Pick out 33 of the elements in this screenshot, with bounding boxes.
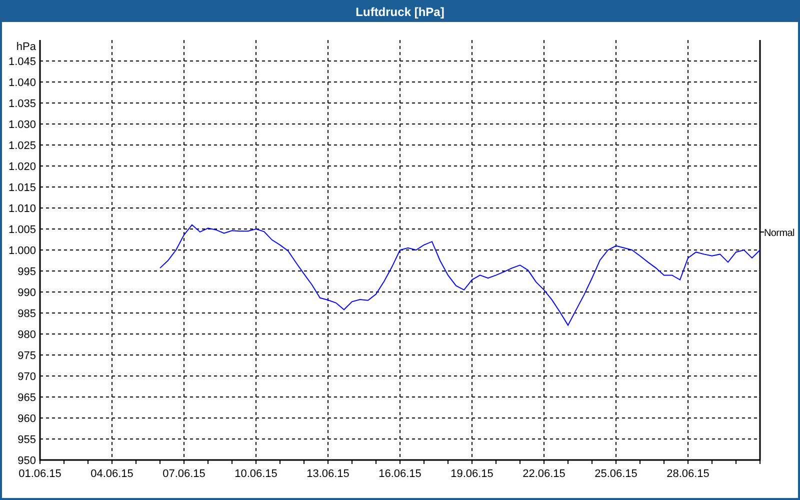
y-tick-label: 1.015	[8, 182, 36, 194]
x-tick-label: 04.06.15	[90, 468, 134, 480]
reference-label: Normal	[764, 228, 794, 239]
y-tick-label: 970	[18, 371, 36, 383]
x-tick-label: 16.06.15	[378, 468, 422, 480]
y-tick-label: 1.030	[8, 119, 36, 131]
y-tick-label: 975	[18, 350, 36, 362]
y-tick-label: 965	[18, 392, 36, 404]
y-tick-label: 995	[18, 266, 36, 278]
y-tick-label: 990	[18, 287, 36, 299]
y-tick-label: 1.045	[8, 56, 36, 68]
y-tick-label: 955	[18, 434, 36, 446]
x-tick-label: 10.06.15	[234, 468, 278, 480]
y-tick-label: 985	[18, 308, 36, 320]
y-tick-label: 1.010	[8, 203, 36, 215]
y-tick-label: 1.005	[8, 224, 36, 236]
y-tick-label: 1.040	[8, 77, 36, 89]
y-tick-label: 960	[18, 413, 36, 425]
y-tick-label: 950	[18, 455, 36, 467]
x-tick-label: 19.06.15	[450, 468, 494, 480]
x-tick-label: 28.06.15	[666, 468, 710, 480]
y-tick-label: 1.000	[8, 245, 36, 257]
x-tick-label: 25.06.15	[594, 468, 638, 480]
x-tick-label: 13.06.15	[306, 468, 350, 480]
x-tick-label: 22.06.15	[522, 468, 566, 480]
x-tick-label: 01.06.15	[18, 468, 62, 480]
y-tick-label: 1.025	[8, 140, 36, 152]
y-axis-unit: hPa	[16, 41, 36, 53]
x-tick-label: 07.06.15	[162, 468, 206, 480]
y-tick-label: 1.035	[8, 98, 36, 110]
window-title: Luftdruck [hPa]	[356, 4, 444, 21]
y-tick-label: 1.020	[8, 161, 36, 173]
y-tick-label: 980	[18, 329, 36, 341]
